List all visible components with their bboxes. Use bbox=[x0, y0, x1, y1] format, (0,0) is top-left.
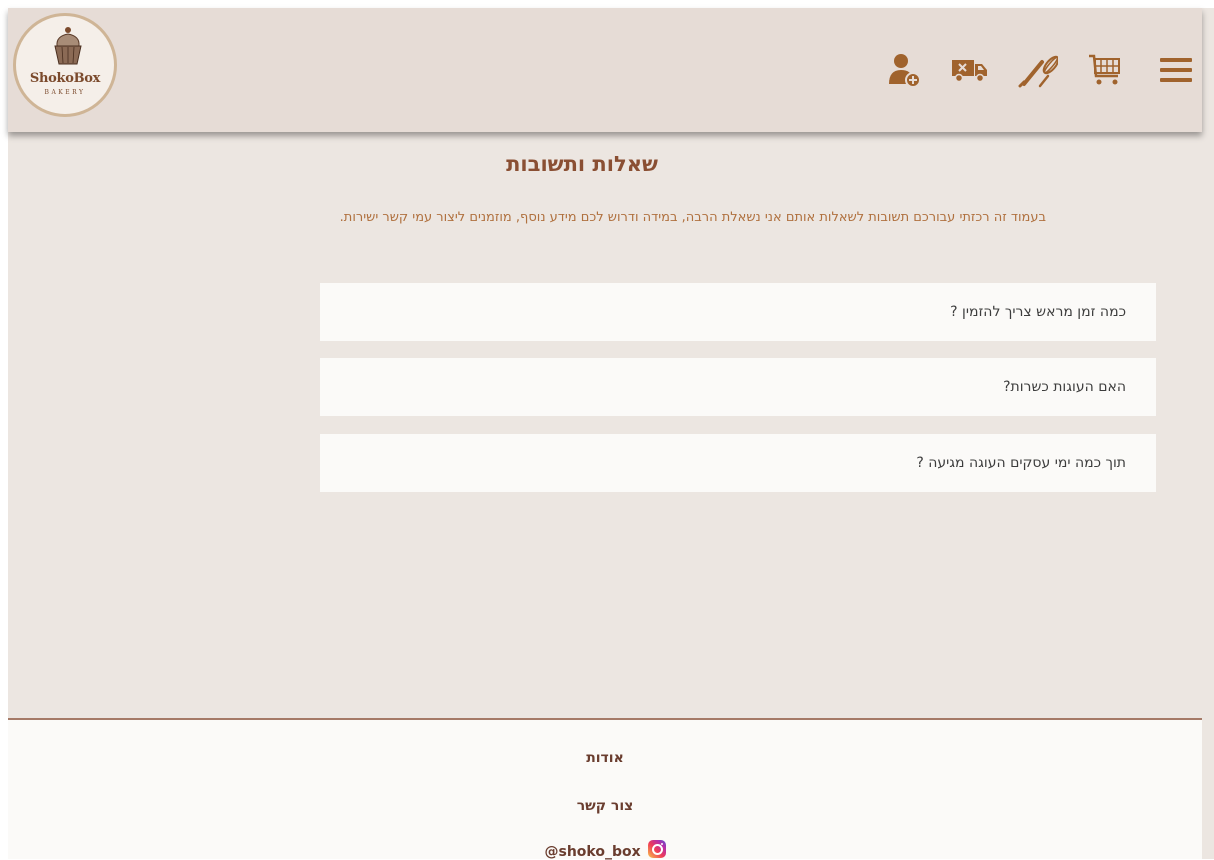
add-user-icon[interactable] bbox=[884, 52, 924, 88]
page-subtitle: בעמוד זה רכזתי עבורכם תשובות לשאלות אותם… bbox=[339, 210, 1046, 225]
faq-question-1[interactable]: כמה זמן מראש צריך להזמין ? bbox=[320, 283, 1156, 341]
contact-link[interactable]: צור קשר bbox=[8, 798, 1202, 814]
cupcake-icon bbox=[54, 27, 82, 65]
logo[interactable]: ShokoBox BAKERY bbox=[13, 13, 117, 117]
faq-question-text: האם העוגות כשרות? bbox=[1003, 379, 1126, 395]
about-link[interactable]: אודות bbox=[8, 750, 1202, 766]
hamburger-menu-icon[interactable] bbox=[1156, 52, 1196, 88]
faq-question-text: תוך כמה ימי עסקים העוגה מגיעה ? bbox=[916, 455, 1126, 471]
shopping-cart-icon[interactable] bbox=[1086, 52, 1126, 88]
site-header: ShokoBox BAKERY bbox=[8, 8, 1202, 132]
logo-name: ShokoBox bbox=[29, 71, 101, 86]
instagram-icon bbox=[647, 840, 666, 858]
site-footer: אודות צור קשר @shoko_box bbox=[8, 718, 1202, 860]
faq-question-2[interactable]: האם העוגות כשרות? bbox=[320, 358, 1156, 416]
whisk-rolling-pin-icon[interactable] bbox=[1018, 52, 1058, 88]
delivery-truck-icon[interactable] bbox=[950, 52, 990, 88]
page-title: שאלות ותשובות bbox=[506, 152, 658, 176]
faq-question-text: כמה זמן מראש צריך להזמין ? bbox=[950, 304, 1126, 320]
logo-subtitle: BAKERY bbox=[44, 89, 86, 96]
instagram-link[interactable]: @shoko_box bbox=[8, 840, 1202, 860]
faq-question-3[interactable]: תוך כמה ימי עסקים העוגה מגיעה ? bbox=[320, 434, 1156, 492]
instagram-handle: @shoko_box bbox=[544, 844, 641, 860]
